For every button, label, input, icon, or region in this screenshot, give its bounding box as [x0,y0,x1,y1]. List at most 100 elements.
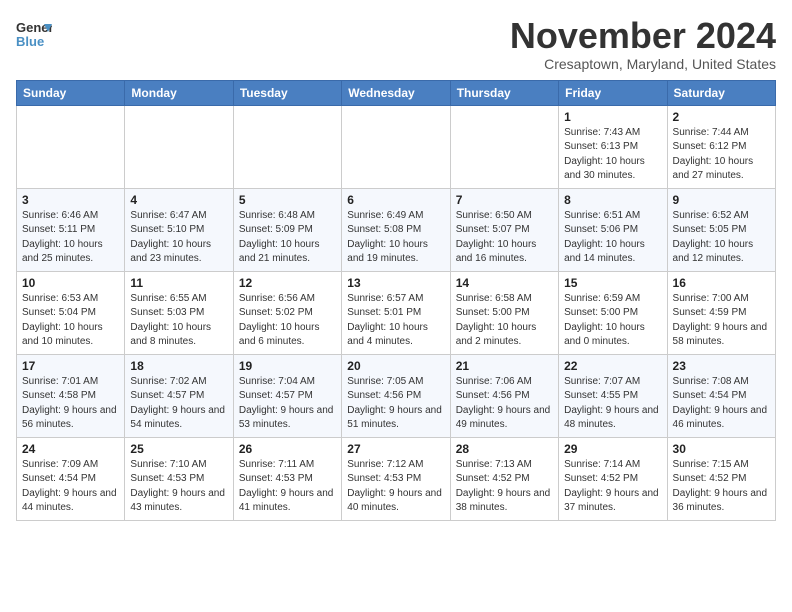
calendar-week-row: 24 Sunrise: 7:09 AMSunset: 4:54 PMDayligh… [17,437,776,520]
day-info: Sunrise: 6:56 AMSunset: 5:02 PMDaylight:… [239,292,336,350]
calendar-cell: 14 Sunrise: 6:58 AMSunset: 5:00 PMDayligh… [450,271,558,354]
day-info: Sunrise: 7:11 AMSunset: 4:53 PMDaylight:… [239,458,336,516]
calendar-week-row: 17 Sunrise: 7:01 AMSunset: 4:58 PMDayligh… [17,354,776,437]
day-number: 7 [456,193,553,207]
logo: General Blue [16,16,52,52]
col-thursday: Thursday [450,80,558,105]
calendar-cell [233,105,341,188]
svg-text:Blue: Blue [16,34,44,49]
col-sunday: Sunday [17,80,125,105]
day-number: 29 [564,442,661,456]
month-title: November 2024 [510,16,776,56]
day-number: 18 [130,359,227,373]
calendar-cell: 28 Sunrise: 7:13 AMSunset: 4:52 PMDayligh… [450,437,558,520]
title-area: November 2024 Cresaptown, Maryland, Unit… [510,16,776,72]
page-header: General Blue November 2024 Cresaptown, M… [16,16,776,72]
calendar-cell: 1Sunrise: 7:43 AMSunset: 6:13 PMDaylight… [559,105,667,188]
day-number: 6 [347,193,444,207]
calendar-cell [125,105,233,188]
calendar-cell: 22 Sunrise: 7:07 AMSunset: 4:55 PMDayligh… [559,354,667,437]
calendar-week-row: 1Sunrise: 7:43 AMSunset: 6:13 PMDaylight… [17,105,776,188]
col-monday: Monday [125,80,233,105]
calendar-cell: 29 Sunrise: 7:14 AMSunset: 4:52 PMDayligh… [559,437,667,520]
calendar-cell: 2 Sunrise: 7:44 AMSunset: 6:12 PMDaylight… [667,105,775,188]
calendar-cell: 8Sunrise: 6:51 AMSunset: 5:06 PMDaylight… [559,188,667,271]
calendar-cell: 24 Sunrise: 7:09 AMSunset: 4:54 PMDayligh… [17,437,125,520]
col-saturday: Saturday [667,80,775,105]
day-info: Sunrise: 6:49 AMSunset: 5:08 PMDaylight:… [347,209,444,267]
calendar-week-row: 10 Sunrise: 6:53 AMSunset: 5:04 PMDayligh… [17,271,776,354]
day-info: Sunrise: 6:59 AMSunset: 5:00 PMDaylight:… [564,292,661,350]
day-info: Sunrise: 7:07 AMSunset: 4:55 PMDaylight:… [564,375,661,433]
day-number: 23 [673,359,770,373]
location: Cresaptown, Maryland, United States [510,56,776,72]
calendar-cell: 26 Sunrise: 7:11 AMSunset: 4:53 PMDayligh… [233,437,341,520]
day-info: Sunrise: 6:47 AMSunset: 5:10 PMDaylight:… [130,209,227,267]
col-friday: Friday [559,80,667,105]
calendar-cell: 15 Sunrise: 6:59 AMSunset: 5:00 PMDayligh… [559,271,667,354]
day-info: Sunrise: 7:08 AMSunset: 4:54 PMDaylight:… [673,375,770,433]
day-info: Sunrise: 7:09 AMSunset: 4:54 PMDaylight:… [22,458,119,516]
day-number: 30 [673,442,770,456]
day-number: 26 [239,442,336,456]
day-number: 14 [456,276,553,290]
calendar-cell: 17 Sunrise: 7:01 AMSunset: 4:58 PMDayligh… [17,354,125,437]
calendar-cell: 25Sunrise: 7:10 AMSunset: 4:53 PMDayligh… [125,437,233,520]
day-number: 2 [673,110,770,124]
day-number: 3 [22,193,119,207]
day-number: 24 [22,442,119,456]
day-info: Sunrise: 6:46 AMSunset: 5:11 PMDaylight:… [22,209,119,267]
day-info: Sunrise: 6:52 AMSunset: 5:05 PMDaylight:… [673,209,770,267]
calendar-cell: 27 Sunrise: 7:12 AMSunset: 4:53 PMDayligh… [342,437,450,520]
day-number: 20 [347,359,444,373]
day-info: Sunrise: 7:13 AMSunset: 4:52 PMDaylight:… [456,458,553,516]
day-info: Sunrise: 7:05 AMSunset: 4:56 PMDaylight:… [347,375,444,433]
day-info: Sunrise: 6:48 AMSunset: 5:09 PMDaylight:… [239,209,336,267]
calendar-cell: 16Sunrise: 7:00 AMSunset: 4:59 PMDayligh… [667,271,775,354]
calendar-cell: 5 Sunrise: 6:48 AMSunset: 5:09 PMDaylight… [233,188,341,271]
calendar-cell: 3 Sunrise: 6:46 AMSunset: 5:11 PMDaylight… [17,188,125,271]
day-number: 21 [456,359,553,373]
day-number: 19 [239,359,336,373]
calendar-cell: 18 Sunrise: 7:02 AMSunset: 4:57 PMDayligh… [125,354,233,437]
calendar-cell [17,105,125,188]
day-info: Sunrise: 6:51 AMSunset: 5:06 PMDaylight:… [564,209,661,267]
day-number: 12 [239,276,336,290]
day-info: Sunrise: 7:44 AMSunset: 6:12 PMDaylight:… [673,126,770,184]
day-info: Sunrise: 7:15 AMSunset: 4:52 PMDaylight:… [673,458,770,516]
calendar-cell: 19 Sunrise: 7:04 AMSunset: 4:57 PMDayligh… [233,354,341,437]
calendar-cell: 30 Sunrise: 7:15 AMSunset: 4:52 PMDayligh… [667,437,775,520]
day-number: 28 [456,442,553,456]
logo-icon: General Blue [16,16,52,52]
day-info: Sunrise: 6:50 AMSunset: 5:07 PMDaylight:… [456,209,553,267]
col-tuesday: Tuesday [233,80,341,105]
day-info: Sunrise: 7:04 AMSunset: 4:57 PMDaylight:… [239,375,336,433]
calendar-cell: 11 Sunrise: 6:55 AMSunset: 5:03 PMDayligh… [125,271,233,354]
day-number: 22 [564,359,661,373]
calendar-cell: 7 Sunrise: 6:50 AMSunset: 5:07 PMDaylight… [450,188,558,271]
calendar-cell: 21Sunrise: 7:06 AMSunset: 4:56 PMDayligh… [450,354,558,437]
calendar-cell [342,105,450,188]
day-number: 15 [564,276,661,290]
day-info: Sunrise: 7:01 AMSunset: 4:58 PMDaylight:… [22,375,119,433]
calendar-cell: 4Sunrise: 6:47 AMSunset: 5:10 PMDaylight… [125,188,233,271]
day-info: Sunrise: 6:53 AMSunset: 5:04 PMDaylight:… [22,292,119,350]
col-wednesday: Wednesday [342,80,450,105]
calendar-week-row: 3 Sunrise: 6:46 AMSunset: 5:11 PMDaylight… [17,188,776,271]
day-info: Sunrise: 6:55 AMSunset: 5:03 PMDaylight:… [130,292,227,350]
day-number: 10 [22,276,119,290]
day-info: Sunrise: 7:14 AMSunset: 4:52 PMDaylight:… [564,458,661,516]
calendar-cell [450,105,558,188]
day-info: Sunrise: 7:43 AMSunset: 6:13 PMDaylight:… [564,126,661,184]
day-info: Sunrise: 7:02 AMSunset: 4:57 PMDaylight:… [130,375,227,433]
day-info: Sunrise: 6:57 AMSunset: 5:01 PMDaylight:… [347,292,444,350]
calendar-cell: 20 Sunrise: 7:05 AMSunset: 4:56 PMDayligh… [342,354,450,437]
day-number: 17 [22,359,119,373]
calendar-cell: 9Sunrise: 6:52 AMSunset: 5:05 PMDaylight… [667,188,775,271]
day-info: Sunrise: 7:12 AMSunset: 4:53 PMDaylight:… [347,458,444,516]
day-number: 5 [239,193,336,207]
day-info: Sunrise: 6:58 AMSunset: 5:00 PMDaylight:… [456,292,553,350]
day-number: 11 [130,276,227,290]
day-info: Sunrise: 7:10 AMSunset: 4:53 PMDaylight:… [130,458,227,516]
day-number: 27 [347,442,444,456]
